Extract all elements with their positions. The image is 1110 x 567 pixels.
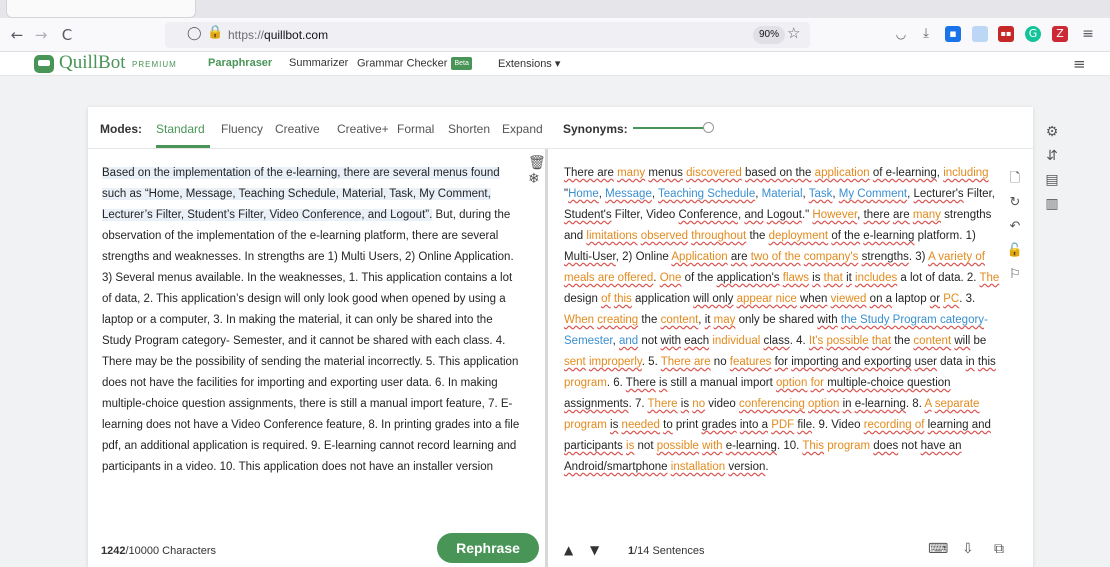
nav-grammar-checker[interactable]: Grammar Checker Beta [357,57,472,70]
url-protocol: https:// [228,28,265,42]
mode-expand[interactable]: Expand [502,122,543,136]
synonyms-slider-track[interactable] [633,127,709,129]
input-footer: 1242/10000 Characters Rephrase [88,527,545,567]
logo-text[interactable]: QuillBot [59,52,126,74]
browser-tabstrip [0,0,1110,18]
mode-formal[interactable]: Formal [397,122,434,136]
extension-blue-icon[interactable]: ▪ [945,26,961,42]
bookmark-star-icon[interactable]: ☆ [787,24,800,42]
flag-icon[interactable]: ⚐ [1003,263,1027,287]
quillbot-logo-icon[interactable] [34,55,54,73]
synonyms-slider-thumb[interactable] [703,122,714,133]
pocket-icon[interactable]: ◡ [893,26,909,42]
trash-icon[interactable]: 🗑 [528,155,546,171]
modes-bar: Modes: Standard Fluency Creative Creativ… [88,107,1033,149]
settings-gear-icon[interactable]: ⚙ [1040,120,1064,144]
synonyms-label: Synonyms: [563,122,628,136]
reload-icon[interactable]: C [56,24,78,46]
download-output-icon[interactable]: ⇩ [962,541,974,557]
character-count: 1242/10000 Characters [101,545,216,557]
input-pane[interactable]: 🗑 ❄ Based on the implementation of the e… [88,149,546,567]
side-tools: ⚙ ⇵ ▤ ▥ [1040,120,1064,216]
mode-creative[interactable]: Creative [275,122,320,136]
url-text: https://quillbot.com [228,28,328,42]
url-host: quillbot.com [264,28,329,42]
stats-icon[interactable]: ▥ [1040,192,1064,216]
freeze-words-icon[interactable]: ❄ [528,171,540,187]
back-icon[interactable]: ← [6,24,28,46]
browser-tab[interactable] [6,0,196,18]
grammarly-icon[interactable]: G [1025,26,1041,42]
beta-badge: Beta [451,57,472,70]
notes-icon[interactable] [972,26,988,42]
output-text[interactable]: There are many menus discovered based on… [564,163,1004,478]
hamburger-icon[interactable]: ≡ [1073,55,1086,73]
paraphraser-card: Modes: Standard Fluency Creative Creativ… [88,107,1033,567]
comment-icon[interactable]: ▤ [1040,168,1064,192]
modes-label: Modes: [100,122,142,136]
nav-grammar-checker-label: Grammar Checker [357,57,448,70]
input-textarea[interactable]: Based on the implementation of the e-lea… [102,163,522,478]
mode-creative-plus[interactable]: Creative+ [337,122,389,136]
browser-menu-icon[interactable]: ≡ [1080,26,1096,42]
extension-red-icon[interactable]: ▪▪ [998,26,1014,42]
output-side-rail: 🗋 ↻ ↶ 🔓 ⚐ [1003,167,1027,287]
output-pane: There are many menus discovered based on… [548,149,1033,567]
premium-label: PREMIUM [132,60,177,69]
copy-doc-icon[interactable]: 🗋 [1003,167,1027,191]
quillbot-header: QuillBot PREMIUM Paraphraser Summarizer … [0,52,1110,76]
forward-icon[interactable]: → [30,24,52,46]
lock-icon[interactable]: 🔒 [207,25,223,40]
mode-shorten[interactable]: Shorten [448,122,490,136]
output-footer: ▲ ▼ 1/14 Sentences ⌨ ⇩ ⧉ [548,527,1033,567]
nav-extensions[interactable]: Extensions ▾ [498,57,560,70]
browser-navbar: ← → C ◯ 🔒 https://quillbot.com 90% ☆ ◡ ⤓… [0,18,1110,52]
mode-fluency[interactable]: Fluency [221,122,263,136]
undo-icon[interactable]: ↶ [1003,215,1027,239]
zoom-badge[interactable]: 90% [753,26,786,44]
compare-icon[interactable]: ⇵ [1040,144,1064,168]
keyboard-icon[interactable]: ⌨ [928,541,948,557]
zotero-icon[interactable]: Z [1052,26,1068,42]
lock-word-icon[interactable]: 🔓 [1003,239,1027,263]
input-rest-text: But, during the observation of the imple… [102,209,520,473]
char-count-value: 1242 [101,545,126,557]
char-count-max: /10000 Characters [125,545,216,557]
download-icon[interactable]: ⤓ [918,26,934,42]
active-mode-underline [156,145,210,148]
nav-summarizer[interactable]: Summarizer [289,57,348,69]
chevron-up-icon[interactable]: ▲ [564,543,573,557]
sentence-count: 1/14 Sentences [628,545,704,557]
rephrase-again-icon[interactable]: ↻ [1003,191,1027,215]
nav-paraphraser[interactable]: Paraphraser [208,57,272,69]
shield-icon[interactable]: ◯ [187,26,202,41]
url-bar[interactable]: ◯ 🔒 https://quillbot.com 90% ☆ [165,22,810,48]
copy-output-icon[interactable]: ⧉ [994,541,1004,557]
rephrase-button[interactable]: Rephrase [437,533,539,563]
sentence-total: /14 Sentences [634,545,705,557]
chevron-down-icon[interactable]: ▼ [590,543,599,557]
mode-standard[interactable]: Standard [156,122,205,136]
